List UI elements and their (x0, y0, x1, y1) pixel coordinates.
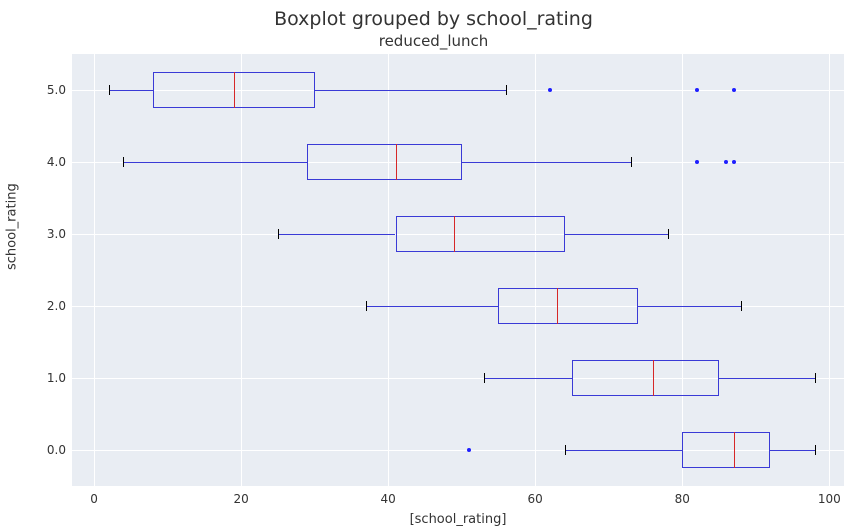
cap-high (815, 373, 816, 383)
cap-high (668, 229, 669, 239)
outlier-point (732, 88, 736, 92)
gridline-v (241, 54, 242, 486)
x-tick-label: 60 (528, 492, 543, 506)
gridline-v (388, 54, 389, 486)
median-line (557, 288, 558, 324)
x-tick-label: 40 (381, 492, 396, 506)
whisker-high (770, 450, 814, 451)
y-tick-label: 3.0 (40, 227, 66, 241)
gridline-v (682, 54, 683, 486)
y-tick-label: 4.0 (40, 155, 66, 169)
cap-low (565, 445, 566, 455)
box (307, 144, 461, 180)
median-line (234, 72, 235, 108)
cap-low (123, 157, 124, 167)
outlier-point (695, 160, 699, 164)
median-line (734, 432, 735, 468)
x-tick-label: 0 (90, 492, 98, 506)
whisker-high (565, 234, 668, 235)
outlier-point (695, 88, 699, 92)
cap-low (278, 229, 279, 239)
y-axis-label: school_rating (5, 183, 20, 270)
median-line (653, 360, 654, 396)
box (572, 360, 719, 396)
median-line (396, 144, 397, 180)
cap-low (484, 373, 485, 383)
y-tick-label: 2.0 (40, 299, 66, 313)
box (498, 288, 638, 324)
gridline-v (94, 54, 95, 486)
whisker-low (565, 450, 683, 451)
gridline-v (535, 54, 536, 486)
x-axis-label: [school_rating] (410, 512, 507, 527)
cap-high (815, 445, 816, 455)
whisker-high (315, 90, 506, 91)
x-tick-label: 100 (818, 492, 841, 506)
whisker-high (462, 162, 631, 163)
outlier-point (548, 88, 552, 92)
cap-high (506, 85, 507, 95)
whisker-high (719, 378, 815, 379)
cap-high (741, 301, 742, 311)
chart-title: Boxplot grouped by school_rating (0, 8, 867, 30)
cap-high (631, 157, 632, 167)
whisker-low (484, 378, 572, 379)
box (396, 216, 565, 252)
y-tick-label: 5.0 (40, 83, 66, 97)
box (682, 432, 770, 468)
x-tick-label: 80 (675, 492, 690, 506)
y-tick-label: 1.0 (40, 371, 66, 385)
whisker-low (109, 90, 153, 91)
y-tick-label: 0.0 (40, 443, 66, 457)
boxplot-chart: Boxplot grouped by school_rating reduced… (0, 0, 867, 532)
plot-area (72, 54, 844, 486)
chart-subtitle: reduced_lunch (0, 32, 867, 50)
whisker-low (278, 234, 396, 235)
whisker-low (366, 306, 498, 307)
cap-low (366, 301, 367, 311)
whisker-low (123, 162, 307, 163)
outlier-point (724, 160, 728, 164)
gridline-v (829, 54, 830, 486)
whisker-high (638, 306, 741, 307)
x-tick-label: 20 (233, 492, 248, 506)
median-line (454, 216, 455, 252)
outlier-point (732, 160, 736, 164)
cap-low (109, 85, 110, 95)
outlier-point (467, 448, 471, 452)
